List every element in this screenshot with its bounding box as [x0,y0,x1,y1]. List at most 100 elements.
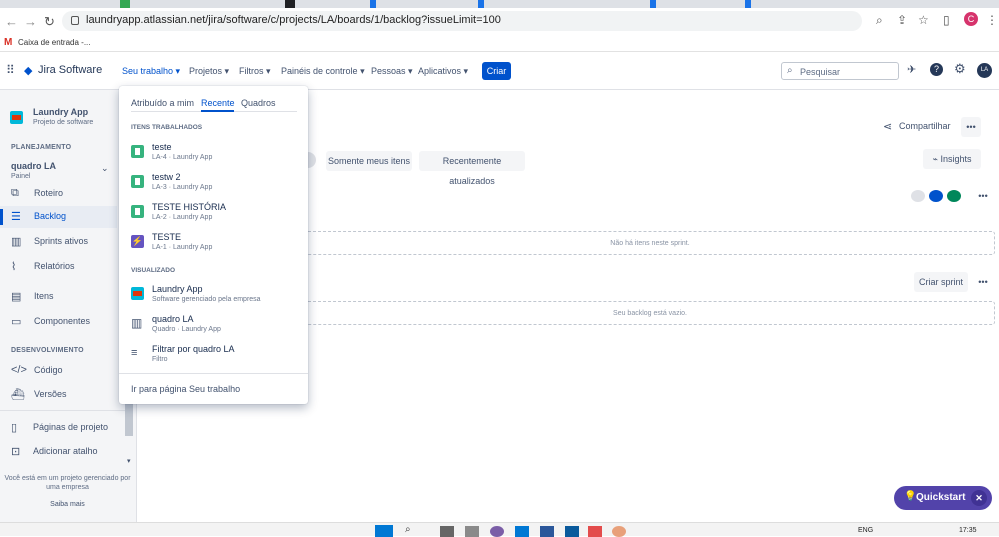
worked-item[interactable]: TESTE HISTÓRIA LA-2 · Laundry App [131,202,301,228]
nav-apps[interactable]: Aplicativos ▾ [418,66,468,77]
components-icon: ▭ [11,316,22,328]
create-sprint-button[interactable]: Criar sprint [914,272,968,292]
tab-favicon[interactable] [478,0,484,8]
tab-favicon[interactable] [120,0,130,8]
issues-icon: ▤ [11,291,22,303]
settings-gear-icon[interactable]: ⚙ [954,61,966,77]
viewed-item-filter[interactable]: ≡ Filtrar por quadro LA Filtro [131,344,301,370]
only-my-items-filter[interactable]: Somente meus itens [326,151,412,171]
jira-top-nav: ⠿ ◆ Jira Software Seu trabalho ▾ Projeto… [0,52,999,90]
sidebar-item-add-shortcut[interactable]: ⊡ Adicionar atalho [0,441,117,463]
sprint-empty-text: Não há itens neste sprint. [610,240,690,247]
bookmark-star-icon[interactable]: ☆ [918,13,929,27]
board-selector[interactable]: quadro LA Painel ⌄ [0,157,117,185]
board-columns-icon: ▥ [131,316,143,330]
quickstart-button[interactable]: 💡 Quickstart ✕ [894,486,992,510]
back-icon[interactable]: ← [5,14,18,29]
forward-icon[interactable]: → [24,14,37,29]
project-name[interactable]: Laundry App [33,107,88,117]
lightbulb-icon: 💡 [904,491,917,502]
nav-filters[interactable]: Filtros ▾ [239,66,271,77]
sidebar-item-backlog[interactable]: ☰ Backlog [0,206,117,228]
tab-favicon[interactable] [650,0,656,8]
zoom-icon[interactable]: ⌕ [876,13,883,28]
address-bar[interactable]: laundryapp.atlassian.net/jira/software/c… [62,11,862,31]
side-panel-icon[interactable]: ▯ [943,13,950,27]
windows-start-icon[interactable] [375,525,393,537]
clock[interactable]: 17:35 [959,527,977,534]
taskbar-app-icon[interactable] [540,526,554,537]
nav-projects[interactable]: Projetos ▾ [189,66,229,77]
backlog-icon: ☰ [11,211,21,223]
sidebar-item-active-sprints[interactable]: ▥ Sprints ativos [0,231,117,253]
browser-toolbar: ← → ↻ laundryapp.atlassian.net/jira/soft… [0,8,999,34]
go-to-your-work-link[interactable]: Ir para página Seu trabalho [131,384,240,394]
sidebar-item-releases[interactable]: ⛴ Versões [0,384,117,406]
managed-project-note: Você está em um projeto gerenciado por u… [4,475,131,491]
tab-favicon[interactable] [370,0,376,8]
tab-favicon[interactable] [745,0,751,8]
avatar-filter-edge[interactable] [308,152,316,168]
worked-item[interactable]: teste LA-4 · Laundry App [131,142,301,168]
worked-item[interactable]: testw 2 LA-3 · Laundry App [131,172,301,198]
status-dot-todo [911,190,925,202]
menu-icon[interactable]: ⋮ [986,13,998,27]
recently-updated-filter[interactable]: Recentemente atualizados [419,151,525,186]
roadmap-icon: ⧉ [11,187,19,199]
search-placeholder: Pesquisar [800,67,841,77]
taskbar-search-icon[interactable]: ⌕ [405,524,411,535]
filter-icon: ≡ [131,347,138,359]
sidebar-item-roadmap[interactable]: ⧉ Roteiro [0,183,117,205]
user-avatar[interactable]: LA [977,63,992,78]
worked-items-heading: ITENS TRABALHADOS [131,124,203,131]
sidebar-item-components[interactable]: ▭ Componentes [0,311,117,333]
sidebar-item-code[interactable]: </> Código [0,360,117,382]
sprint-more-button[interactable]: ••• [973,186,993,206]
viewed-item-board[interactable]: ▥ quadro LA Quadro · Laundry App [131,314,301,340]
taskbar-app-icon[interactable] [612,526,626,537]
taskbar-app-icon[interactable] [490,526,504,537]
jira-logo-icon: ◆ [24,65,33,77]
notifications-icon[interactable]: ✈ [907,63,916,76]
more-actions-button[interactable]: ••• [961,117,981,137]
create-button[interactable]: Criar [482,62,511,80]
worked-item[interactable]: ⚡ TESTE LA-1 · Laundry App [131,232,301,258]
nav-dashboards[interactable]: Painéis de controle ▾ [281,66,365,77]
taskbar-app-icon[interactable] [588,526,602,537]
taskbar-app-icon[interactable] [440,526,454,537]
viewed-item-project[interactable]: Laundry App Software gerenciado pela emp… [131,284,301,310]
viewed-heading: VISUALIZADO [131,267,176,274]
project-type: Projeto de software [33,119,94,126]
nav-your-work[interactable]: Seu trabalho ▾ [122,66,180,77]
reports-chart-icon: ⌇ [11,261,17,273]
learn-more-link[interactable]: Saiba mais [0,501,135,508]
jira-logo-text[interactable]: Jira Software [38,64,102,76]
sidebar-item-reports[interactable]: ⌇ Relatórios [0,256,117,278]
tab-assigned-to-me[interactable]: Atribuído a mim [131,98,194,108]
tab-recent[interactable]: Recente [201,98,235,108]
share-icon[interactable]: ⇪ [897,13,907,27]
scroll-down-icon[interactable]: ▾ [127,457,131,465]
browser-profile-avatar[interactable]: C [964,12,978,26]
reload-icon[interactable]: ↻ [44,14,55,30]
taskbar-app-icon[interactable] [465,526,479,537]
story-icon [131,145,144,158]
sidebar-item-issues[interactable]: ▤ Itens [0,286,117,308]
tab-favicon[interactable] [285,0,295,8]
backlog-empty-text: Seu backlog está vazio. [613,310,687,317]
taskbar-app-icon[interactable] [565,526,579,537]
backlog-more-button[interactable]: ••• [973,272,993,292]
nav-people[interactable]: Pessoas ▾ [371,66,413,77]
search-input[interactable]: ⌕ Pesquisar [781,62,899,80]
app-switcher-icon[interactable]: ⠿ [6,63,15,77]
board-columns-icon: ▥ [11,236,22,248]
share-button[interactable]: Compartilhar [899,121,951,131]
language-indicator[interactable]: ENG [858,527,873,534]
help-icon[interactable]: ? [930,63,943,76]
taskbar-app-icon[interactable] [515,526,529,537]
insights-button[interactable]: ⌁ Insights [923,149,981,169]
bookmark-gmail[interactable]: Caixa de entrada -... [18,38,90,47]
tab-boards[interactable]: Quadros [241,98,276,108]
close-icon[interactable]: ✕ [971,490,987,506]
sidebar-item-project-pages[interactable]: ▯ Páginas de projeto [0,417,117,439]
